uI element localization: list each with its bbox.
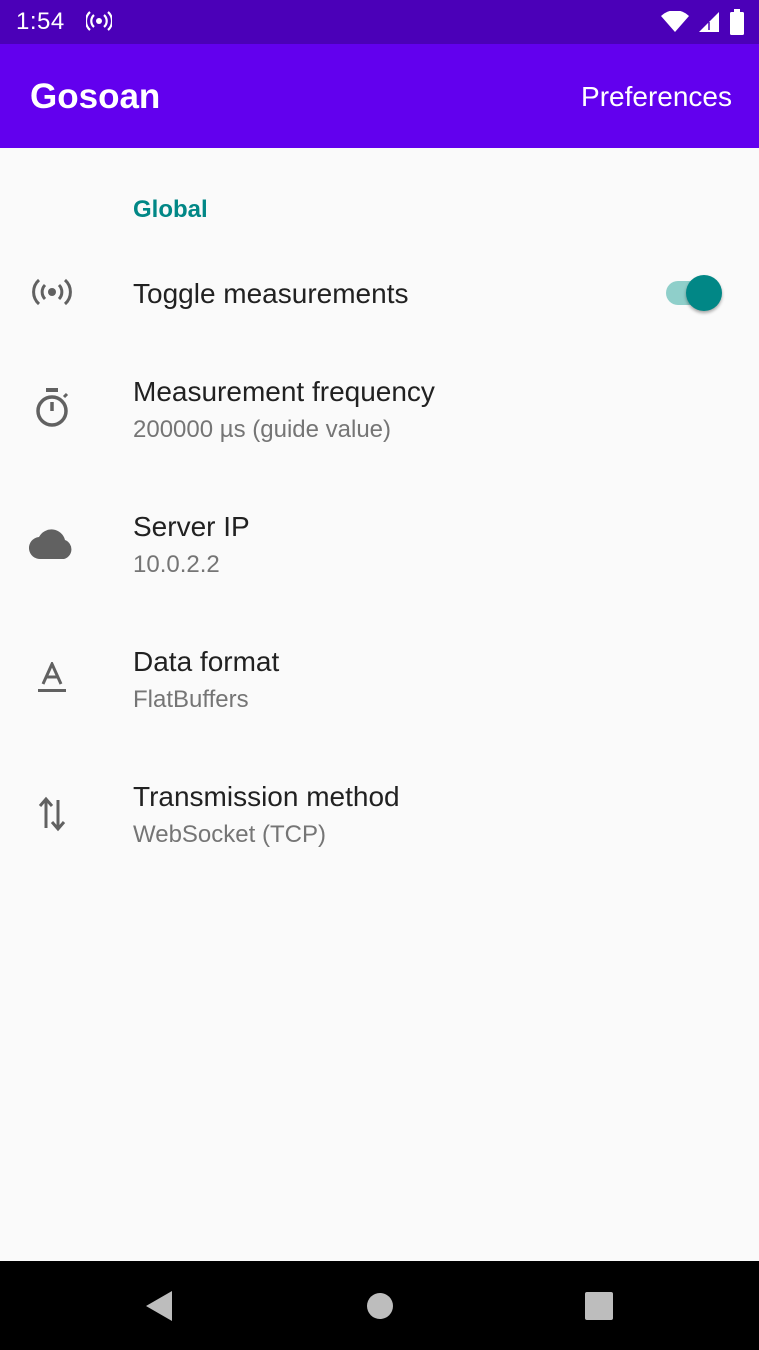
recents-icon[interactable] bbox=[584, 1289, 614, 1328]
pref-title: Measurement frequency bbox=[133, 376, 435, 407]
navigation-bar bbox=[0, 1261, 759, 1350]
pref-title: Transmission method bbox=[133, 781, 400, 812]
preferences-button[interactable]: Preferences bbox=[581, 81, 732, 113]
pref-transmission-method[interactable]: Transmission method WebSocket (TCP) bbox=[0, 765, 759, 875]
pref-measurement-frequency[interactable]: Measurement frequency 200000 µs (guide v… bbox=[0, 360, 759, 470]
status-time: 1:54 bbox=[16, 8, 65, 35]
pref-summary: 200000 µs (guide value) bbox=[133, 416, 391, 443]
app-title: Gosoan bbox=[30, 77, 161, 116]
pref-summary: WebSocket (TCP) bbox=[133, 821, 326, 848]
section-header-global: Global bbox=[133, 196, 208, 223]
pref-data-format[interactable]: Data format FlatBuffers bbox=[0, 630, 759, 740]
wifi-icon bbox=[661, 10, 689, 38]
text-format-icon bbox=[28, 654, 76, 702]
home-icon[interactable] bbox=[366, 1289, 394, 1328]
cloud-icon bbox=[28, 520, 76, 568]
pref-toggle-measurements[interactable]: Toggle measurements bbox=[0, 252, 759, 334]
pref-summary: 10.0.2.2 bbox=[133, 551, 220, 578]
back-icon[interactable] bbox=[144, 1289, 174, 1328]
pref-server-ip[interactable]: Server IP 10.0.2.2 bbox=[0, 495, 759, 605]
switch-thumb bbox=[686, 275, 722, 311]
radio-signal-icon bbox=[84, 11, 114, 36]
app-bar: Gosoan Preferences bbox=[0, 44, 759, 148]
pref-title: Server IP bbox=[133, 511, 250, 542]
timer-icon bbox=[28, 384, 76, 432]
pref-title: Toggle measurements bbox=[133, 278, 409, 309]
radio-signal-icon bbox=[28, 268, 76, 316]
swap-vertical-icon bbox=[28, 790, 76, 838]
status-bar: 1:54 bbox=[0, 0, 759, 44]
pref-title: Data format bbox=[133, 646, 280, 677]
toggle-measurements-switch[interactable] bbox=[664, 272, 724, 312]
pref-summary: FlatBuffers bbox=[133, 686, 249, 713]
cell-signal-icon bbox=[697, 10, 721, 39]
battery-icon bbox=[729, 9, 745, 40]
